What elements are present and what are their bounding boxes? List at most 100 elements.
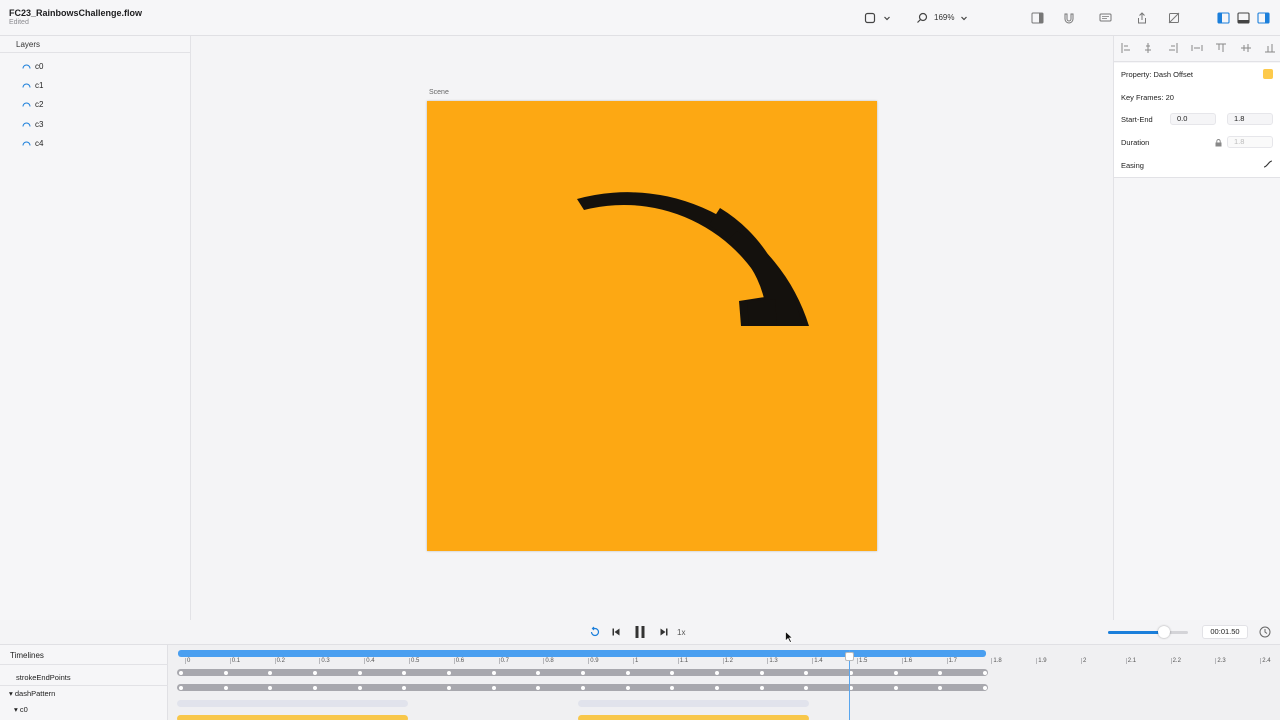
timeline-group-dashpattern[interactable]: ▾ dashPattern (9, 689, 55, 698)
layer-item-c2[interactable]: c2 (22, 97, 43, 111)
ruler-tick (1036, 658, 1038, 664)
ruler-tick (453, 658, 455, 664)
track-strokeendpoints[interactable] (177, 669, 988, 676)
easing-curve-icon[interactable] (1263, 160, 1273, 168)
disclosure-triangle-icon[interactable]: ▾ (14, 705, 18, 714)
active-range-bar[interactable] (178, 650, 986, 657)
keyframe[interactable] (402, 685, 407, 690)
current-time[interactable]: 00:01.50 (1202, 625, 1248, 639)
keyframe[interactable] (670, 670, 675, 675)
track-c0-segment[interactable] (578, 700, 809, 707)
layer-item-c3[interactable]: c3 (22, 117, 43, 131)
clock-icon[interactable] (1259, 626, 1271, 638)
inspector-toggle-icon[interactable] (1029, 10, 1045, 26)
keyframe[interactable] (938, 685, 943, 690)
distribute-horizontal-icon[interactable] (1190, 41, 1204, 55)
keyframe[interactable] (715, 670, 719, 675)
keyframe[interactable] (670, 685, 675, 690)
left-panel-toggle-icon[interactable] (1215, 10, 1231, 26)
keyframe[interactable] (536, 670, 541, 675)
keyframe[interactable] (313, 685, 317, 690)
keyframe[interactable] (357, 685, 362, 690)
align-center-icon[interactable] (1141, 41, 1155, 55)
zoom-icon[interactable] (914, 10, 930, 26)
keyframe[interactable] (179, 670, 183, 675)
scene-artboard[interactable] (427, 101, 877, 551)
layer-item-c4[interactable]: c4 (22, 136, 43, 150)
keyframe[interactable] (983, 670, 987, 675)
keyframe[interactable] (581, 685, 585, 690)
bottom-panel-toggle-icon[interactable] (1235, 10, 1251, 26)
ruler-tick-label: 0.7 (500, 658, 509, 664)
volume-knob[interactable] (1158, 626, 1170, 638)
timeline-row-label[interactable]: strokeEndPoints (16, 673, 71, 682)
track-dashpattern[interactable] (177, 684, 988, 691)
keyframe[interactable] (581, 670, 585, 675)
keyframe[interactable] (268, 670, 273, 675)
align-bottom-icon[interactable] (1263, 41, 1277, 55)
skip-back-icon[interactable] (609, 625, 623, 639)
ruler-tick (588, 658, 590, 664)
arc-c4[interactable] (747, 299, 777, 326)
zoom-level[interactable]: 169% (934, 13, 954, 22)
ruler-tick (185, 658, 186, 664)
document-title: FC23_RainbowsChallenge.flow (9, 8, 143, 18)
chevron-down-icon[interactable] (879, 10, 895, 26)
keyframe[interactable] (938, 670, 943, 675)
track-c0-keyframes[interactable] (177, 715, 408, 720)
keyframe[interactable] (357, 670, 362, 675)
keyframe[interactable] (491, 685, 496, 690)
property-color-swatch[interactable] (1263, 69, 1273, 79)
end-value-field[interactable]: 1.8 (1227, 113, 1273, 125)
keyframe[interactable] (804, 670, 809, 675)
keyframe[interactable] (893, 685, 898, 690)
keyframe[interactable] (893, 670, 898, 675)
start-end-label: Start-End (1121, 115, 1153, 124)
layer-item-c1[interactable]: c1 (22, 78, 43, 92)
keyframe[interactable] (223, 670, 228, 675)
align-top-icon[interactable] (1214, 41, 1228, 55)
ruler-tick (812, 658, 814, 664)
start-value-field[interactable]: 0.0 (1170, 113, 1216, 125)
layer-item-c0[interactable]: c0 (22, 59, 43, 73)
keyframe[interactable] (313, 670, 317, 675)
keyframe[interactable] (536, 685, 541, 690)
keyframe[interactable] (983, 685, 987, 690)
keyframe[interactable] (715, 685, 719, 690)
align-left-icon[interactable] (1119, 41, 1133, 55)
keyframe[interactable] (759, 685, 764, 690)
playhead-handle[interactable] (845, 652, 854, 661)
chevron-down-icon[interactable] (956, 10, 972, 26)
align-middle-icon[interactable] (1239, 41, 1253, 55)
track-c0-keyframes[interactable] (578, 715, 809, 720)
keyframe[interactable] (223, 685, 228, 690)
shape-tool-icon[interactable] (862, 10, 878, 26)
skip-forward-icon[interactable] (657, 625, 671, 639)
time-ruler[interactable]: 0 0.1 0.2 0.3 0.4 0.5 0.6 0.7 0.8 0.9 1 1.1 1.2 1.3 1.… (178, 649, 1271, 665)
preview-off-icon[interactable] (1166, 10, 1182, 26)
keyframe[interactable] (179, 685, 183, 690)
keyframe[interactable] (402, 670, 407, 675)
keyframe[interactable] (625, 685, 630, 690)
comment-icon[interactable] (1097, 10, 1113, 26)
volume-slider[interactable] (1108, 631, 1188, 634)
keyframe[interactable] (759, 670, 764, 675)
right-panel-toggle-icon[interactable] (1255, 10, 1271, 26)
align-right-icon[interactable] (1166, 41, 1180, 55)
magnet-icon[interactable] (1061, 10, 1077, 26)
keyframe[interactable] (625, 670, 630, 675)
pause-icon[interactable] (633, 625, 647, 639)
ruler-tick (319, 658, 321, 664)
lock-icon[interactable] (1215, 139, 1222, 147)
keyframe[interactable] (268, 685, 273, 690)
disclosure-triangle-icon[interactable]: ▾ (9, 689, 13, 698)
track-c0-segment[interactable] (177, 700, 408, 707)
keyframe[interactable] (491, 670, 496, 675)
playback-speed[interactable]: 1x (677, 628, 685, 637)
share-icon[interactable] (1134, 10, 1150, 26)
loop-icon[interactable] (588, 625, 602, 639)
keyframe[interactable] (447, 670, 451, 675)
keyframe[interactable] (447, 685, 451, 690)
keyframe[interactable] (804, 685, 809, 690)
timeline-group-c0[interactable]: ▾ c0 (14, 705, 28, 714)
